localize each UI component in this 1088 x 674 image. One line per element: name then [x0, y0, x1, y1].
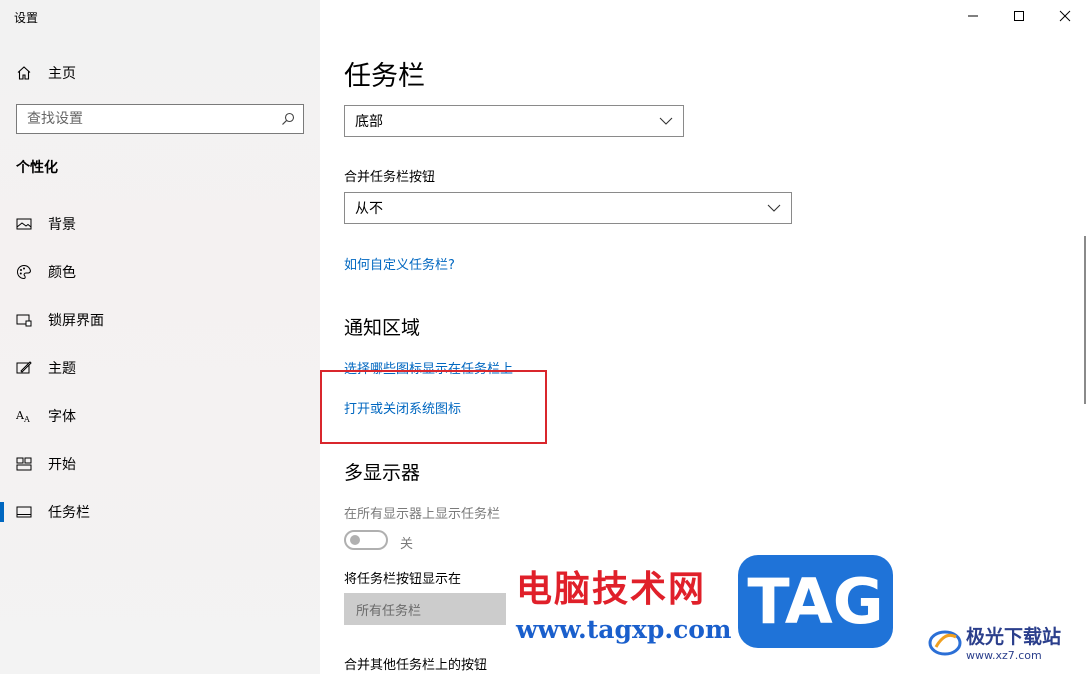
home-icon — [17, 66, 31, 80]
customize-taskbar-link[interactable]: 如何自定义任务栏? — [344, 254, 455, 273]
lock-screen-icon — [16, 314, 32, 327]
sidebar-item-fonts[interactable]: AA 字体 — [0, 392, 320, 440]
sidebar-item-start[interactable]: 开始 — [0, 440, 320, 488]
chevron-down-icon — [659, 117, 673, 125]
sidebar-item-taskbar[interactable]: 任务栏 — [0, 488, 320, 536]
multiple-displays-heading: 多显示器 — [344, 462, 421, 484]
sidebar-item-label: 开始 — [48, 457, 76, 473]
sidebar-item-colors[interactable]: 颜色 — [0, 248, 320, 296]
toggle-knob — [350, 535, 360, 545]
sidebar-item-background[interactable]: 背景 — [0, 200, 320, 248]
sidebar-item-label: 任务栏 — [48, 505, 90, 521]
search-box[interactable] — [16, 104, 304, 134]
watermark-tag-text: TAG — [747, 565, 884, 638]
select-value: 底部 — [355, 114, 383, 130]
combine-other-label: 合并其他任务栏上的按钮 — [344, 658, 488, 673]
search-icon[interactable] — [273, 112, 303, 126]
watermark-brand: 极光下载站 www.xz7.com — [928, 622, 1061, 662]
theme-icon — [16, 361, 32, 374]
nav-list: 背景 颜色 锁屏界面 主题 AA 字体 开始 任务栏 — [0, 200, 320, 536]
sidebar-item-themes[interactable]: 主题 — [0, 344, 320, 392]
sidebar-item-label: 背景 — [48, 217, 76, 233]
show-buttons-on-select[interactable]: 所有任务栏 — [344, 593, 506, 625]
show-all-displays-toggle[interactable] — [344, 530, 388, 550]
system-icons-link[interactable]: 打开或关闭系统图标 — [344, 398, 461, 417]
section-title: 个性化 — [16, 160, 58, 176]
sidebar-item-lock-screen[interactable]: 锁屏界面 — [0, 296, 320, 344]
notification-area-heading: 通知区域 — [344, 317, 421, 339]
scrollbar[interactable] — [1084, 236, 1086, 404]
sidebar-item-label: 锁屏界面 — [48, 313, 104, 329]
app-title: 设置 — [14, 11, 39, 25]
image-icon — [16, 218, 32, 230]
start-icon — [16, 457, 32, 471]
sidebar-item-label: 字体 — [48, 409, 76, 425]
search-input[interactable] — [17, 105, 273, 133]
sidebar: 设置 主页 个性化 背景 颜色 锁屏界面 主题 AA 字体 — [0, 0, 320, 674]
font-icon: AA — [16, 409, 30, 424]
watermark-brand-url: www.xz7.com — [966, 649, 1042, 662]
sidebar-item-label: 颜色 — [48, 265, 76, 281]
combine-buttons-label: 合并任务栏按钮 — [344, 170, 436, 185]
select-value: 所有任务栏 — [356, 603, 422, 619]
watermark-brand-name: 极光下载站 — [966, 626, 1062, 648]
aurora-logo-icon — [928, 630, 962, 656]
watermark-url: www.tagxp.com — [516, 615, 732, 644]
watermark-cn: 电脑技术网 — [516, 569, 707, 610]
sidebar-item-label: 主题 — [48, 361, 76, 377]
combine-buttons-select[interactable]: 从不 — [344, 192, 792, 224]
taskbar-icon — [16, 506, 32, 518]
show-buttons-on-label: 将任务栏按钮显示在 — [344, 572, 462, 587]
page-title: 任务栏 — [344, 61, 425, 92]
palette-icon — [17, 264, 32, 280]
taskbar-position-select[interactable]: 底部 — [344, 105, 684, 137]
watermark-tag-logo: TAG — [738, 555, 893, 648]
select-icons-link[interactable]: 选择哪些图标显示在任务栏上 — [344, 358, 513, 377]
chevron-down-icon — [767, 204, 781, 212]
toggle-state-label: 关 — [400, 537, 414, 552]
show-all-displays-label: 在所有显示器上显示任务栏 — [344, 507, 501, 522]
select-value: 从不 — [355, 201, 383, 217]
home-nav[interactable]: 主页 — [16, 62, 76, 84]
home-label: 主页 — [48, 66, 76, 82]
svg-text:A: A — [23, 415, 30, 424]
